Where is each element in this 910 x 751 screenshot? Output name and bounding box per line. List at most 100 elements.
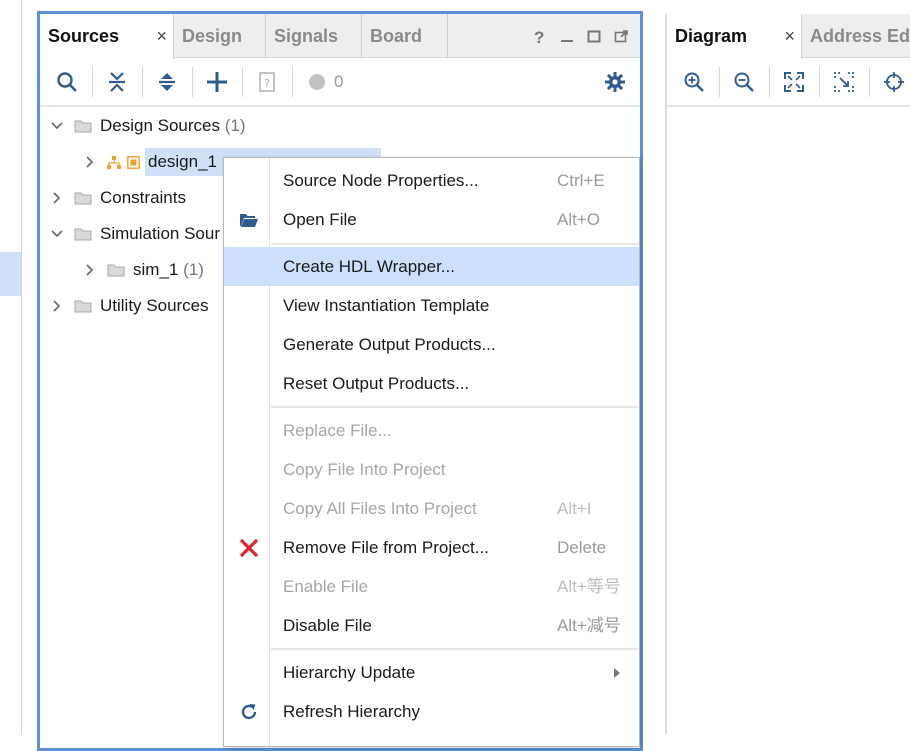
menu-item-create-hdl-wrapper[interactable]: Create HDL Wrapper... [224,247,639,286]
toolbar-separator [719,67,720,97]
chevron-right-icon[interactable] [83,148,97,176]
tab-sources[interactable]: Sources × [40,14,174,59]
tree-row-constraints[interactable]: Constraints [50,184,250,212]
tree-row-utility-sources[interactable]: Utility Sources [50,292,250,320]
collapse-all-icon[interactable] [104,69,130,95]
error-count: 0 [334,72,344,91]
tree-row-sim-1[interactable]: sim_1 (1) [83,256,233,284]
left-panel-selection[interactable] [0,252,21,296]
chevron-down-icon[interactable] [50,112,64,140]
zoom-out-icon[interactable] [731,69,757,95]
search-icon[interactable] [54,69,80,95]
tree-label: Design Sources [100,116,221,135]
add-icon[interactable] [204,69,230,95]
tree-label: sim_1 [133,260,179,279]
expand-all-icon[interactable] [154,69,180,95]
tree-label: Simulation Sour [100,224,221,243]
toolbar-separator [769,67,770,97]
menu-item-enable-file[interactable]: Enable File Alt+等号 [224,567,639,606]
error-status-icon[interactable] [304,69,330,95]
menu-item-label: View Instantiation Template [283,296,490,315]
menu-item-label: Copy File Into Project [283,460,446,479]
tab-diagram-label: Diagram [675,26,748,46]
toolbar-separator [819,67,820,97]
toolbar-separator [192,67,193,97]
menu-item-label: Reset Output Products... [283,374,470,393]
menu-item-shortcut: Alt+减号 [557,616,621,635]
menu-item-label: Enable File [283,577,369,596]
left-panel-strip [0,0,22,734]
tree-label: Utility Sources [100,296,209,315]
folder-icon [74,192,92,205]
block-design-icon [107,156,121,169]
chevron-right-icon[interactable] [83,256,97,284]
diagram-tabbar: Diagram × Address Edi [667,14,910,59]
menu-item-shortcut: Ctrl+E [557,171,605,190]
fit-to-window-icon[interactable] [781,69,807,95]
menu-item-shortcut: Delete [557,538,607,557]
tree-row-simulation-sources[interactable]: Simulation Sour [50,220,250,248]
menu-separator [271,406,639,408]
chevron-right-icon[interactable] [50,292,64,320]
tree-label: Constraints [100,188,186,207]
maximize-icon[interactable] [587,14,601,58]
menu-item-copy-all-files-into-project[interactable]: Copy All Files Into Project Alt+I [224,489,639,528]
toolbar-separator [142,67,143,97]
help-doc-icon[interactable]: ? [254,69,280,95]
menu-item-label: Copy All Files Into Project [283,499,477,518]
menu-item-shortcut: Alt+O [557,210,600,229]
menu-item-label: Open File [283,210,357,229]
submenu-arrow-icon [614,668,620,678]
menu-item-source-node-properties[interactable]: Source Node Properties... Ctrl+E [224,161,639,200]
toolbar-separator [869,67,870,97]
menu-item-label: Generate Output Products... [283,335,496,354]
folder-icon [74,300,92,313]
close-icon[interactable]: × [156,14,167,58]
tab-address-editor[interactable]: Address Edi [802,14,910,58]
tree-row-design-sources[interactable]: Design Sources (1) [50,112,450,140]
menu-separator [271,243,639,245]
refresh-icon [238,702,260,722]
remove-x-icon [238,538,260,558]
bd-file-icon [127,156,140,169]
folder-open-icon [238,210,260,230]
menu-item-open-file[interactable]: Open File Alt+O [224,200,639,239]
svg-text:?: ? [264,77,270,90]
menu-item-disable-file[interactable]: Disable File Alt+减号 [224,606,639,645]
gear-icon[interactable] [602,69,628,95]
menu-item-hierarchy-update[interactable]: Hierarchy Update [224,653,639,692]
help-icon[interactable]: ? [534,14,544,58]
tab-signals[interactable]: Signals [266,14,362,58]
crosshair-icon[interactable] [881,69,907,95]
toolbar-separator [292,67,293,97]
menu-item-refresh-hierarchy[interactable]: Refresh Hierarchy [224,692,639,731]
tree-count: (1) [183,260,204,279]
toolbar-separator [242,67,243,97]
menu-item-view-instantiation-template[interactable]: View Instantiation Template [224,286,639,325]
sources-tabbar: Sources × Design Signals Board ? [40,14,640,59]
menu-item-label: Replace File... [283,421,392,440]
minimize-icon[interactable] [560,14,574,58]
menu-item-copy-file-into-project[interactable]: Copy File Into Project [224,450,639,489]
diagram-toolbar [667,59,910,107]
menu-item-generate-output-products[interactable]: Generate Output Products... [224,325,639,364]
menu-item-label: Create HDL Wrapper... [283,257,455,276]
chevron-down-icon[interactable] [50,220,64,248]
zoom-in-icon[interactable] [681,69,707,95]
chevron-right-icon[interactable] [50,184,64,212]
menu-item-shortcut: Alt+等号 [557,577,621,596]
toolbar-separator [92,67,93,97]
close-icon[interactable]: × [784,14,795,58]
tab-diagram[interactable]: Diagram × [667,14,802,59]
zoom-selection-icon[interactable] [831,69,857,95]
menu-item-remove-file-from-project[interactable]: Remove File from Project... Delete [224,528,639,567]
menu-item-label: Refresh Hierarchy [283,702,420,721]
float-icon[interactable] [614,14,628,58]
sources-toolbar: ? 0 [40,59,640,107]
menu-item-replace-file[interactable]: Replace File... [224,411,639,450]
menu-item-reset-output-products[interactable]: Reset Output Products... [224,364,639,403]
menu-item-label: Hierarchy Update [283,663,416,682]
tab-board[interactable]: Board [362,14,448,58]
menu-item-shortcut: Alt+I [557,499,592,518]
tab-design[interactable]: Design [174,14,266,58]
